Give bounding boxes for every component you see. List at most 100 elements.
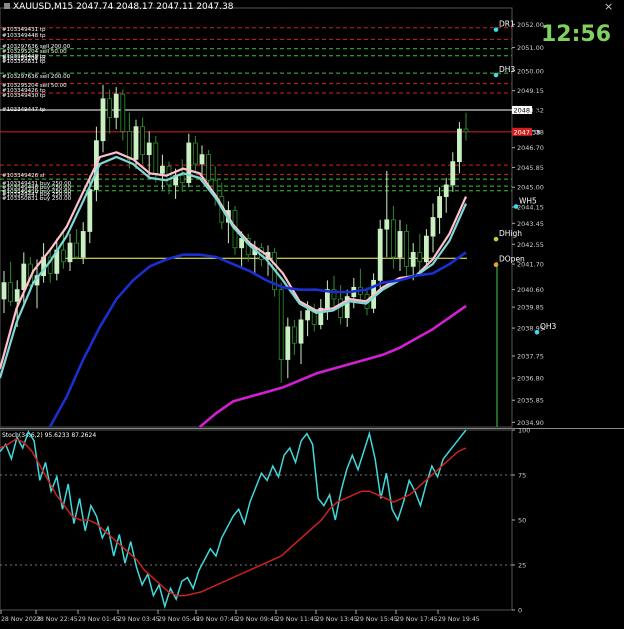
candle-body — [127, 130, 132, 160]
candle-body — [206, 154, 212, 181]
candle-body — [21, 263, 27, 291]
candle-body — [450, 161, 456, 186]
order-label: #103349430 tp — [2, 93, 46, 99]
stoch-tick-label: 25 — [518, 562, 526, 570]
candle-body — [140, 126, 146, 156]
candle-body — [153, 142, 159, 174]
time-tick-label: 29 Nov 11:45 — [276, 616, 318, 623]
order-label: #103297636 sell 200.00 — [2, 74, 71, 80]
candle-body — [443, 184, 449, 197]
header-text: XAUUSD,M15 2047.74 2048.17 2047.11 2047.… — [13, 2, 234, 12]
candle-body — [100, 98, 106, 142]
candle-body — [1, 282, 7, 300]
time-tick-label: 29 Nov 01:45 — [78, 616, 120, 623]
moving-average-line — [48, 251, 467, 428]
price-tick-label: 2035.85 — [517, 397, 544, 405]
candle-body — [423, 235, 429, 263]
candle-body — [120, 93, 126, 132]
header-bar: XAUUSD,M15 2047.74 2048.17 2047.11 2047.… — [4, 2, 234, 12]
candle-body — [239, 238, 245, 249]
level-label: DHigh — [499, 229, 522, 238]
candle-body — [146, 142, 152, 156]
price-tick-label: 2042.55 — [517, 241, 544, 249]
candle-body — [8, 282, 14, 302]
time-tick-label: 29 Nov 07:45 — [196, 616, 238, 623]
level-marker — [493, 236, 499, 242]
candle-body — [410, 252, 416, 267]
price-chart[interactable]: 2052.00 2051.00 2050.00 2049.15 2048.32 2047.… — [0, 0, 624, 625]
time-tick-label: 29 Nov 09:45 — [236, 616, 278, 623]
candle-body — [14, 289, 20, 302]
time-tick-label: 29 Nov 17:45 — [396, 616, 438, 623]
candle-body — [192, 142, 198, 165]
level-label: WH5 — [519, 197, 537, 206]
price-tick-label: 2039.85 — [517, 304, 544, 312]
candle-body — [278, 289, 284, 360]
candle-body — [384, 219, 390, 230]
price-tick-label: 2036.80 — [517, 375, 544, 383]
candle-body — [80, 231, 86, 258]
candle-body — [87, 189, 93, 232]
candle-body — [113, 93, 119, 118]
price-tick-label: 2045.00 — [517, 184, 544, 192]
candle-body — [298, 319, 304, 344]
chart-window[interactable]: 2052.00 2051.00 2050.00 2049.15 2048.32 2047.… — [0, 0, 624, 625]
stoch-tick-label: 50 — [518, 517, 526, 525]
candle-body — [430, 217, 436, 237]
candle-body — [67, 242, 73, 263]
candle-body — [74, 242, 79, 258]
level-label: DOpen — [499, 255, 525, 264]
candle-body — [377, 228, 383, 281]
clock-label: 12:56 — [541, 22, 612, 47]
level-marker — [534, 329, 540, 335]
stoch-panel-frame — [0, 429, 513, 611]
level-marker — [493, 72, 499, 78]
candle-body — [463, 128, 469, 133]
level-label: DR1 — [499, 20, 515, 29]
candle-body — [159, 165, 165, 174]
price-tick-label: 2050.00 — [517, 67, 544, 75]
candle-body — [179, 175, 185, 183]
candle-body — [305, 310, 311, 321]
close-icon[interactable]: × — [604, 0, 613, 13]
candle-body — [397, 231, 403, 258]
candle-body — [390, 219, 396, 258]
candle-body — [199, 154, 205, 165]
candle-body — [107, 98, 112, 118]
price-tick-label: 2040.60 — [517, 286, 544, 294]
time-tick-label: 29 Nov 19:45 — [438, 616, 480, 623]
stoch-tick-label: 100 — [518, 427, 530, 435]
order-label: #103350831 buy 250.00 — [2, 196, 72, 202]
candle-body — [186, 142, 192, 183]
price-tick-label: 2045.85 — [517, 164, 544, 172]
candle-body — [61, 249, 66, 263]
moving-average-line — [198, 304, 467, 428]
level-marker — [513, 204, 519, 209]
order-label: #103349447 tp — [2, 107, 46, 113]
price-tick-label: 2052.00 — [517, 21, 544, 29]
time-tick-label: 29 Nov 05:45 — [158, 616, 200, 623]
level-label: QH3 — [540, 322, 557, 331]
price-box-label: 2047.38 — [514, 128, 541, 136]
time-tick-label: 28 Nov 22:45 — [36, 616, 78, 623]
stoch-tick-label: 0 — [518, 607, 522, 615]
price-tick-label: 2049.15 — [517, 87, 544, 95]
candle-body — [133, 126, 139, 160]
price-tick-label: 2043.45 — [517, 220, 544, 228]
candle-body — [291, 326, 297, 344]
price-tick-label: 2046.70 — [517, 144, 544, 152]
price-tick-label: 2037.75 — [517, 353, 544, 361]
time-tick-label: 29 Nov 13:45 — [316, 616, 358, 623]
order-label: #103349448 tp — [2, 33, 46, 39]
time-tick-label: 29 Nov 03:45 — [118, 616, 160, 623]
candle-body — [417, 252, 423, 263]
candle-body — [437, 196, 443, 218]
time-tick-label: 28 Nov 2023 — [1, 616, 41, 623]
level-marker — [493, 262, 499, 268]
level-marker — [493, 27, 499, 32]
level-label: DH3 — [499, 65, 515, 74]
stoch-series-line — [0, 429, 467, 610]
stoch-tick-label: 75 — [518, 472, 526, 480]
price-tick-label: 2051.00 — [517, 44, 544, 52]
candle-body — [285, 326, 291, 360]
